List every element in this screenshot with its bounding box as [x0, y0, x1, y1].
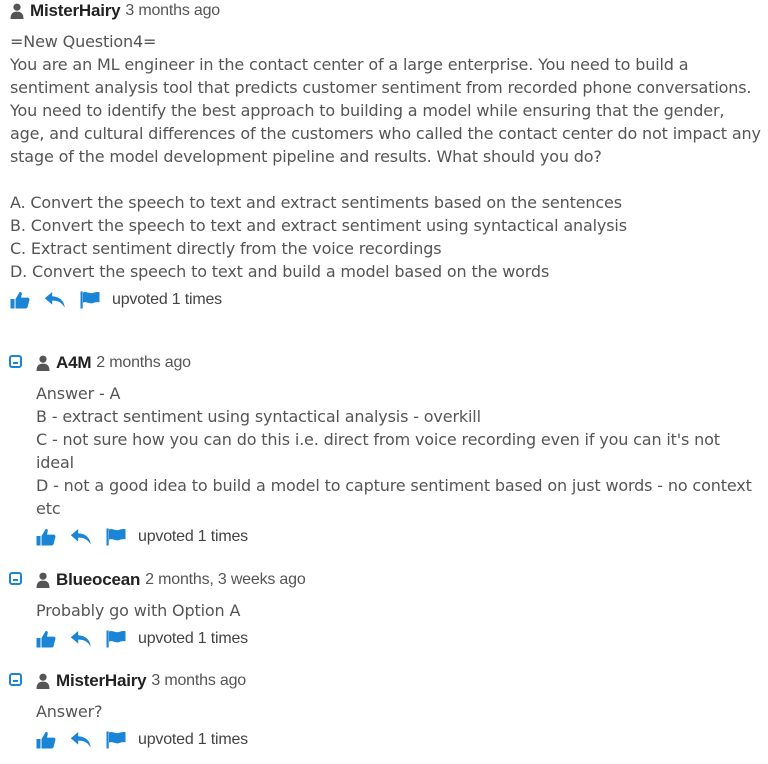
comment-actions: upvoted 1 times: [10, 288, 762, 312]
collapse-toggle-icon[interactable]: [9, 355, 22, 368]
comment-actions: upvoted 1 times: [36, 627, 762, 651]
reply-icon[interactable]: [70, 731, 92, 749]
username[interactable]: A4M: [56, 353, 91, 373]
comment-body: Probably go with Option A: [36, 601, 241, 620]
reply-comment: Blueocean 2 months, 3 weeks ago Probably…: [36, 569, 762, 651]
comment-body: =New Question4= You are an ML engineer i…: [10, 32, 761, 281]
upvote-count: upvoted 1 times: [138, 630, 248, 647]
comment-body: Answer - A B - extract sentiment using s…: [36, 384, 752, 518]
report-flag-icon[interactable]: [80, 291, 100, 309]
user-icon: [36, 673, 50, 689]
main-comment: MisterHairy 3 months ago =New Question4=…: [10, 0, 762, 312]
username[interactable]: MisterHairy: [56, 671, 147, 691]
report-flag-icon[interactable]: [106, 528, 126, 546]
report-flag-icon[interactable]: [106, 731, 126, 749]
reply-comment: A4M 2 months ago Answer - A B - extract …: [36, 352, 762, 549]
comment-date: 3 months ago: [151, 672, 246, 689]
comment-header: Blueocean 2 months, 3 weeks ago: [36, 569, 762, 591]
upvote-icon[interactable]: [36, 528, 56, 546]
username[interactable]: MisterHairy: [30, 1, 121, 21]
user-icon: [36, 355, 50, 371]
comment-date: 2 months, 3 weeks ago: [145, 571, 306, 588]
upvote-count: upvoted 1 times: [138, 731, 248, 748]
upvote-icon[interactable]: [36, 731, 56, 749]
collapse-toggle-icon[interactable]: [9, 572, 22, 585]
comment-header: A4M 2 months ago: [36, 352, 762, 374]
reply-icon[interactable]: [70, 630, 92, 648]
comment-header: MisterHairy 3 months ago: [36, 670, 762, 692]
upvote-icon[interactable]: [10, 291, 30, 309]
username[interactable]: Blueocean: [56, 570, 140, 590]
upvote-icon[interactable]: [36, 630, 56, 648]
comment-date: 3 months ago: [125, 2, 220, 19]
comment-actions: upvoted 1 times: [36, 525, 762, 549]
comment-actions: upvoted 1 times: [36, 728, 762, 752]
collapse-toggle-icon[interactable]: [9, 673, 22, 686]
comment-date: 2 months ago: [96, 354, 191, 371]
reply-comment: MisterHairy 3 months ago Answer? upvoted…: [36, 670, 762, 752]
report-flag-icon[interactable]: [106, 630, 126, 648]
upvote-count: upvoted 1 times: [112, 291, 222, 308]
reply-icon[interactable]: [70, 528, 92, 546]
user-icon: [10, 3, 24, 19]
reply-icon[interactable]: [44, 291, 66, 309]
upvote-count: upvoted 1 times: [138, 528, 248, 545]
user-icon: [36, 572, 50, 588]
comment-body: Answer?: [36, 702, 103, 721]
comment-header: MisterHairy 3 months ago: [10, 0, 762, 22]
